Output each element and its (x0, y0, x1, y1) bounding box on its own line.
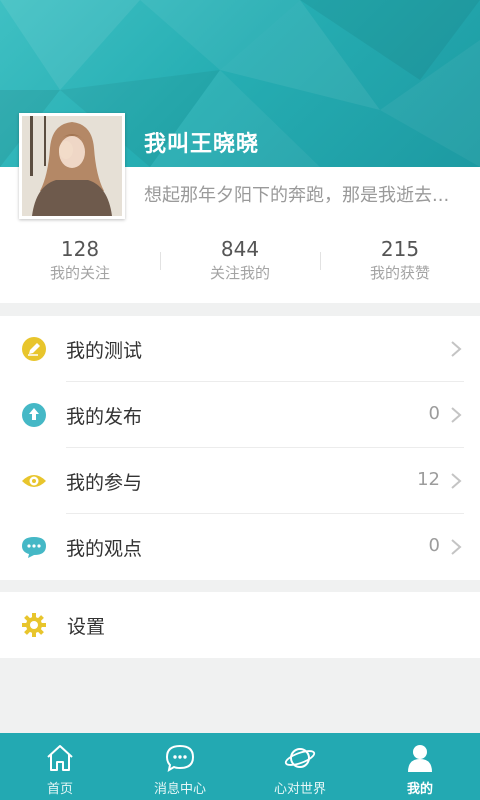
avatar-photo (22, 116, 122, 216)
menu-item-label: 我的观点 (66, 538, 143, 560)
menu-item-label: 我的发布 (66, 406, 143, 428)
tab-label: 消息中心 (153, 782, 206, 797)
stat-value: 215 (380, 237, 420, 261)
tab-label: 我的 (406, 782, 433, 797)
upload-icon (22, 403, 46, 427)
chat-icon (22, 537, 46, 558)
menu-item-my-tests[interactable]: 我的测试 (0, 316, 480, 382)
person-icon (408, 745, 432, 772)
pencil-icon (22, 337, 46, 361)
stat-label: 我的关注 (49, 264, 110, 282)
home-icon (47, 745, 73, 771)
stat-value: 844 (220, 237, 260, 261)
menu-item-count: 0 (428, 403, 440, 424)
gear-icon (22, 613, 46, 637)
settings-item[interactable]: 设置 (0, 592, 480, 658)
menu-item-my-posts[interactable]: 我的发布 0 (0, 382, 480, 448)
menu-item-my-opinions[interactable]: 我的观点 0 (0, 514, 480, 580)
profile-stats: 128 我的关注 844 关注我的 215 我的获赞 (0, 236, 480, 288)
bottom-tab-bar: 首页 消息中心 心对世界 我的 (0, 733, 480, 800)
tab-label: 首页 (46, 782, 73, 797)
planet-icon (284, 748, 316, 768)
eye-icon (22, 475, 46, 487)
chevron-right-icon (451, 407, 462, 423)
tab-mine[interactable]: 我的 (360, 733, 480, 800)
tab-messages[interactable]: 消息中心 (120, 733, 240, 800)
profile-menu: 我的测试 我的发布 0 我的参与 12 我的观点 0 (0, 316, 480, 580)
settings-label: 设置 (67, 616, 106, 638)
stat-value: 128 (60, 237, 100, 261)
menu-item-my-participation[interactable]: 我的参与 12 (0, 448, 480, 514)
chevron-right-icon (451, 539, 462, 555)
tab-home[interactable]: 首页 (0, 733, 120, 800)
chevron-right-icon (451, 473, 462, 489)
stat-following[interactable]: 128 我的关注 (0, 236, 160, 288)
menu-item-count: 0 (428, 535, 440, 556)
tab-world[interactable]: 心对世界 (240, 733, 360, 800)
stat-label: 关注我的 (209, 264, 270, 282)
stat-label: 我的获赞 (369, 264, 430, 282)
stat-followers[interactable]: 844 关注我的 (160, 236, 320, 288)
tab-label: 心对世界 (273, 782, 326, 797)
chevron-right-icon (451, 341, 462, 357)
menu-item-count: 12 (417, 469, 440, 490)
menu-item-label: 我的测试 (66, 340, 143, 362)
avatar[interactable] (19, 113, 125, 219)
profile-username: 我叫王晓晓 (144, 132, 260, 157)
menu-item-label: 我的参与 (66, 472, 143, 494)
profile-bio: 想起那年夕阳下的奔跑，那是我逝去... (144, 185, 450, 206)
message-icon (165, 744, 195, 773)
stat-likes[interactable]: 215 我的获赞 (320, 236, 480, 288)
